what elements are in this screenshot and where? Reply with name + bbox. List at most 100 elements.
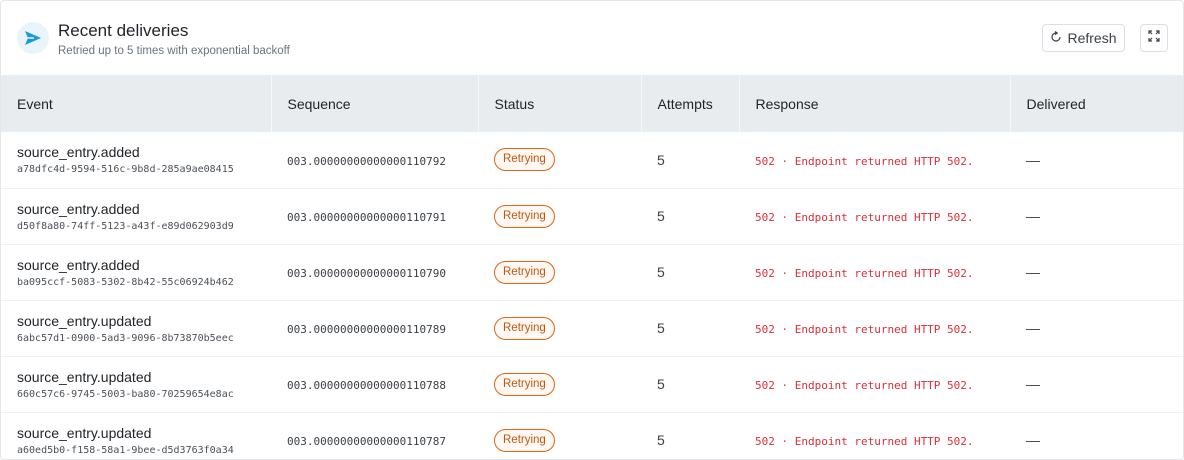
event-cell: source_entry.added d50f8a80-74ff-5123-a43… <box>1 188 271 244</box>
sequence-cell: 003.00000000000000110787 <box>271 412 478 459</box>
event-id: a78dfc4d-9594-516c-9b8d-285a9ae08415 <box>17 164 234 176</box>
response-cell: 502 · Endpoint returned HTTP 502. <box>739 188 1010 244</box>
refresh-label: Refresh <box>1067 30 1117 46</box>
sequence-value: 003.00000000000000110790 <box>287 267 446 280</box>
sequence-value: 003.00000000000000110788 <box>287 379 446 392</box>
delivered-value: — <box>1026 376 1040 392</box>
response-cell: 502 · Endpoint returned HTTP 502. <box>739 244 1010 300</box>
delivered-cell: — <box>1010 132 1183 188</box>
event-id: 660c57c6-9745-5003-ba80-70259654e8ac <box>17 388 234 400</box>
event-name: source_entry.added <box>17 256 140 273</box>
event-id: ba095ccf-5083-5302-8b42-55c06924b462 <box>17 276 234 288</box>
event-cell: source_entry.added a78dfc4d-9594-516c-9b8… <box>1 132 271 188</box>
delivered-value: — <box>1026 151 1040 168</box>
attempts-cell: 5 <box>641 356 739 412</box>
column-header-event[interactable]: Event <box>1 75 272 132</box>
event-id: a60ed5b0-f158-58a1-9bee-d5d3763f0a34 <box>17 444 234 456</box>
delivered-value: — <box>1026 320 1040 336</box>
event-id: 6abc57d1-0900-5ad3-9096-8b73870b5eec <box>17 332 234 344</box>
delivered-value: — <box>1026 264 1040 280</box>
delivered-cell: — <box>1010 188 1183 244</box>
delivered-value: — <box>1026 432 1040 448</box>
page-title: Recent deliveries <box>58 20 189 40</box>
refresh-icon <box>1050 30 1062 46</box>
response-cell: 502 · Endpoint returned HTTP 502. <box>739 300 1010 356</box>
status-badge: Retrying <box>494 148 555 172</box>
status-cell: Retrying <box>478 244 641 300</box>
event-cell: source_entry.updated a60ed5b0-f158-58a1-9… <box>1 412 271 459</box>
attempts-value: 5 <box>657 151 665 168</box>
table-row[interactable]: source_entry.updated a60ed5b0-f158-58a1-9… <box>1 412 1183 459</box>
column-header-sequence[interactable]: Sequence <box>271 75 479 132</box>
refresh-button[interactable]: Refresh <box>1042 24 1125 52</box>
response-value: 502 · Endpoint returned HTTP 502. <box>755 435 974 448</box>
response-cell: 502 · Endpoint returned HTTP 502. <box>739 412 1010 459</box>
attempts-cell: 5 <box>641 300 739 356</box>
table-row[interactable]: source_entry.added ba095ccf-5083-5302-8b4… <box>1 244 1183 300</box>
response-value: 502 · Endpoint returned HTTP 502. <box>755 267 974 280</box>
event-cell: source_entry.updated 6abc57d1-0900-5ad3-9… <box>1 300 271 356</box>
event-name: source_entry.updated <box>17 368 152 385</box>
page-subtitle: Retried up to 5 times with exponential b… <box>58 44 290 57</box>
recent-deliveries-panel: Recent deliveries Retried up to 5 times … <box>0 0 1184 460</box>
column-header-attempts[interactable]: Attempts <box>641 75 740 132</box>
deliveries-table: Event Sequence Status Attempts Response … <box>1 75 1183 459</box>
table-row[interactable]: source_entry.updated 6abc57d1-0900-5ad3-9… <box>1 300 1183 356</box>
delivered-cell: — <box>1010 356 1183 412</box>
attempts-value: 5 <box>657 320 665 336</box>
delivered-value: — <box>1026 208 1040 224</box>
column-header-delivered[interactable]: Delivered <box>1010 75 1183 132</box>
status-badge: Retrying <box>494 204 555 228</box>
attempts-value: 5 <box>657 264 665 280</box>
status-cell: Retrying <box>478 412 641 459</box>
expand-icon <box>1148 29 1160 47</box>
table-header-row: Event Sequence Status Attempts Response … <box>1 75 1183 132</box>
sequence-value: 003.00000000000000110791 <box>287 211 446 224</box>
sequence-cell: 003.00000000000000110791 <box>271 188 478 244</box>
send-icon <box>17 22 49 54</box>
sequence-value: 003.00000000000000110789 <box>287 323 446 336</box>
attempts-value: 5 <box>657 432 665 448</box>
attempts-cell: 5 <box>641 244 739 300</box>
sequence-cell: 003.00000000000000110790 <box>271 244 478 300</box>
response-value: 502 · Endpoint returned HTTP 502. <box>755 211 974 224</box>
status-badge: Retrying <box>494 316 555 340</box>
sequence-value: 003.00000000000000110787 <box>287 435 446 448</box>
delivered-cell: — <box>1010 412 1183 459</box>
status-cell: Retrying <box>478 188 641 244</box>
status-cell: Retrying <box>478 132 641 188</box>
sequence-cell: 003.00000000000000110789 <box>271 300 478 356</box>
sequence-value: 003.00000000000000110792 <box>287 154 446 168</box>
status-cell: Retrying <box>478 300 641 356</box>
sequence-cell: 003.00000000000000110792 <box>271 132 478 188</box>
event-name: source_entry.updated <box>17 312 152 329</box>
event-id: d50f8a80-74ff-5123-a43f-e89d062903d9 <box>17 220 234 232</box>
response-cell: 502 · Endpoint returned HTTP 502. <box>739 132 1010 188</box>
panel-header: Recent deliveries Retried up to 5 times … <box>1 1 1183 75</box>
response-value: 502 · Endpoint returned HTTP 502. <box>755 323 974 336</box>
event-name: source_entry.updated <box>17 424 152 441</box>
response-cell: 502 · Endpoint returned HTTP 502. <box>739 356 1010 412</box>
delivered-cell: — <box>1010 300 1183 356</box>
event-name: source_entry.added <box>17 200 140 217</box>
attempts-cell: 5 <box>641 188 739 244</box>
sequence-cell: 003.00000000000000110788 <box>271 356 478 412</box>
attempts-cell: 5 <box>641 132 739 188</box>
table-row[interactable]: source_entry.added a78dfc4d-9594-516c-9b8… <box>1 132 1183 188</box>
table-row[interactable]: source_entry.updated 660c57c6-9745-5003-b… <box>1 356 1183 412</box>
column-header-status[interactable]: Status <box>478 75 642 132</box>
delivered-cell: — <box>1010 244 1183 300</box>
attempts-value: 5 <box>657 376 665 392</box>
status-badge: Retrying <box>494 260 555 284</box>
table-row[interactable]: source_entry.added d50f8a80-74ff-5123-a43… <box>1 188 1183 244</box>
status-badge: Retrying <box>494 428 555 452</box>
attempts-cell: 5 <box>641 412 739 459</box>
status-cell: Retrying <box>478 356 641 412</box>
event-cell: source_entry.updated 660c57c6-9745-5003-b… <box>1 356 271 412</box>
response-value: 502 · Endpoint returned HTTP 502. <box>755 154 974 168</box>
status-badge: Retrying <box>494 372 555 396</box>
column-header-response[interactable]: Response <box>739 75 1011 132</box>
response-value: 502 · Endpoint returned HTTP 502. <box>755 379 974 392</box>
expand-button[interactable] <box>1140 24 1168 52</box>
event-name: source_entry.added <box>17 144 140 161</box>
